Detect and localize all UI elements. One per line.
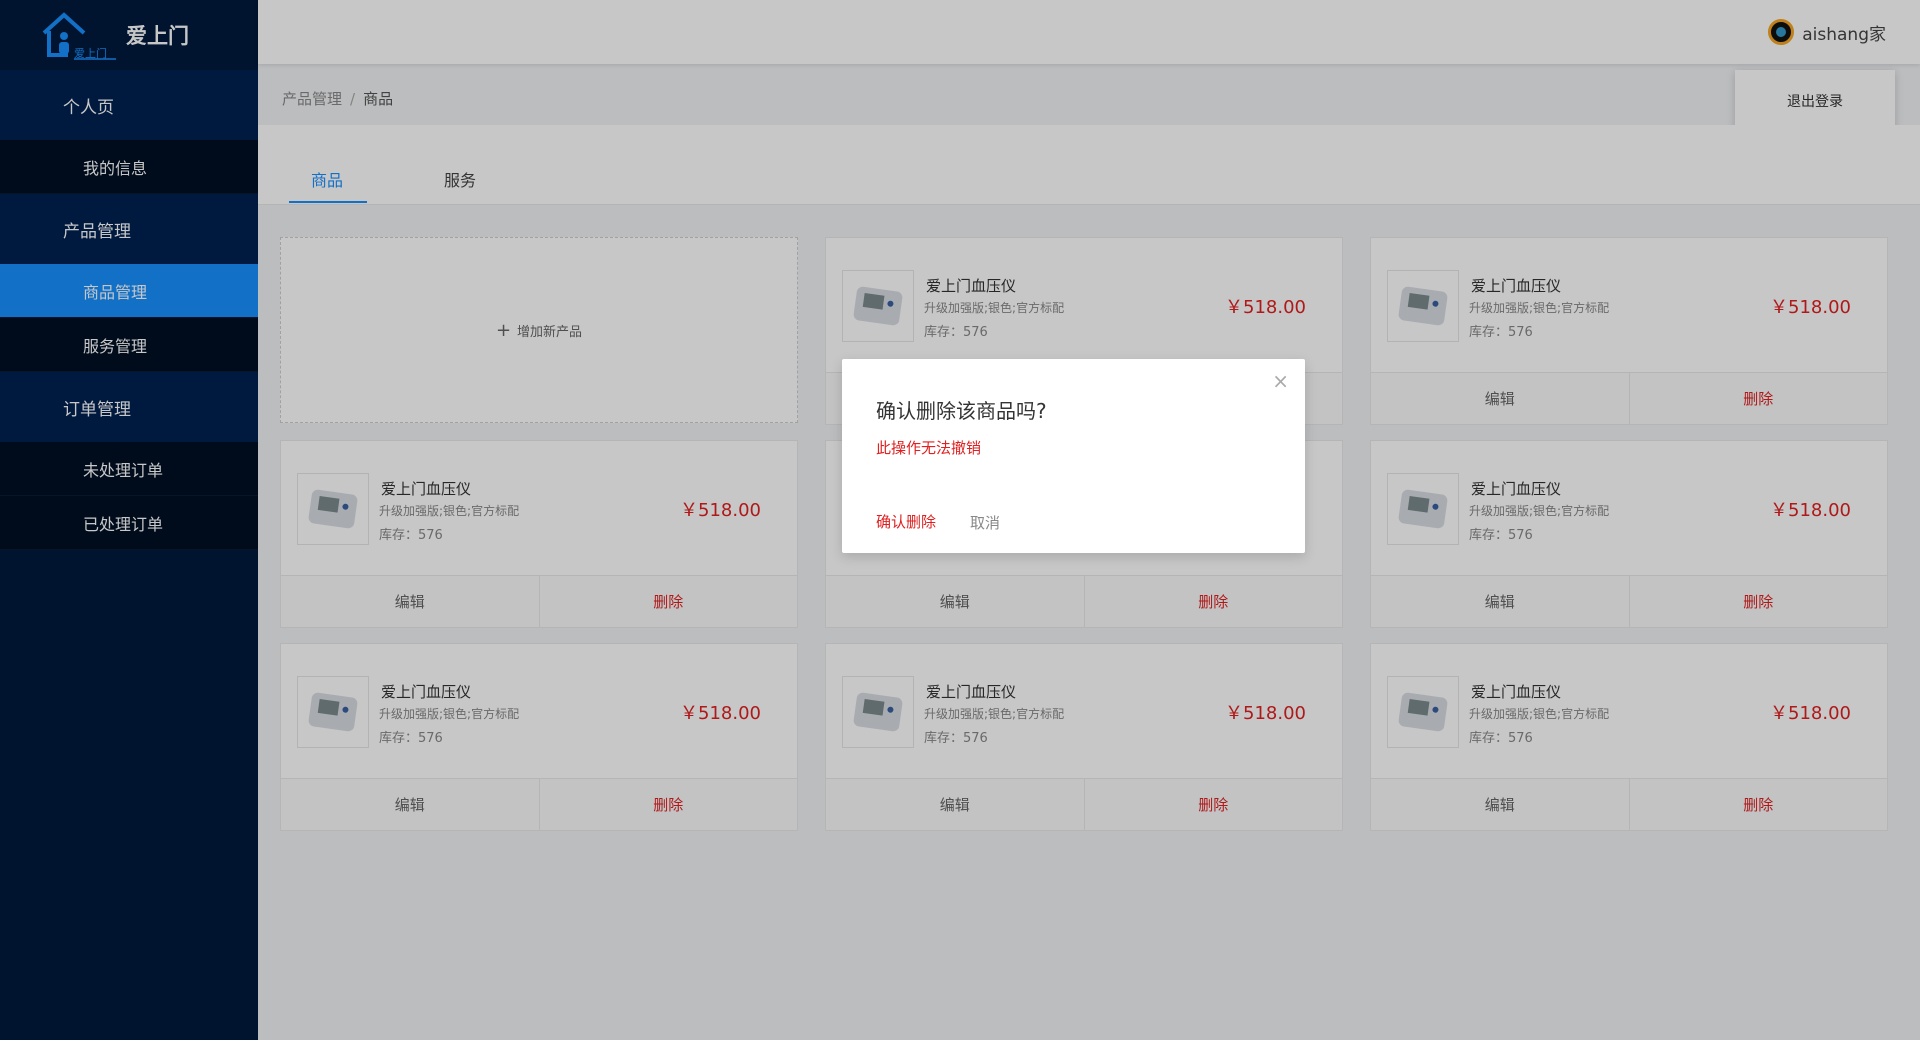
delete-confirm-dialog: × 确认删除该商品吗? 此操作无法撤销 确认删除 取消 [842,359,1305,553]
close-icon[interactable]: × [1272,369,1289,393]
dialog-title: 确认删除该商品吗? [876,399,1047,423]
cancel-button[interactable]: 取消 [970,512,1000,533]
dialog-warning: 此操作无法撤销 [876,439,982,457]
confirm-delete-button[interactable]: 确认删除 [876,511,936,532]
